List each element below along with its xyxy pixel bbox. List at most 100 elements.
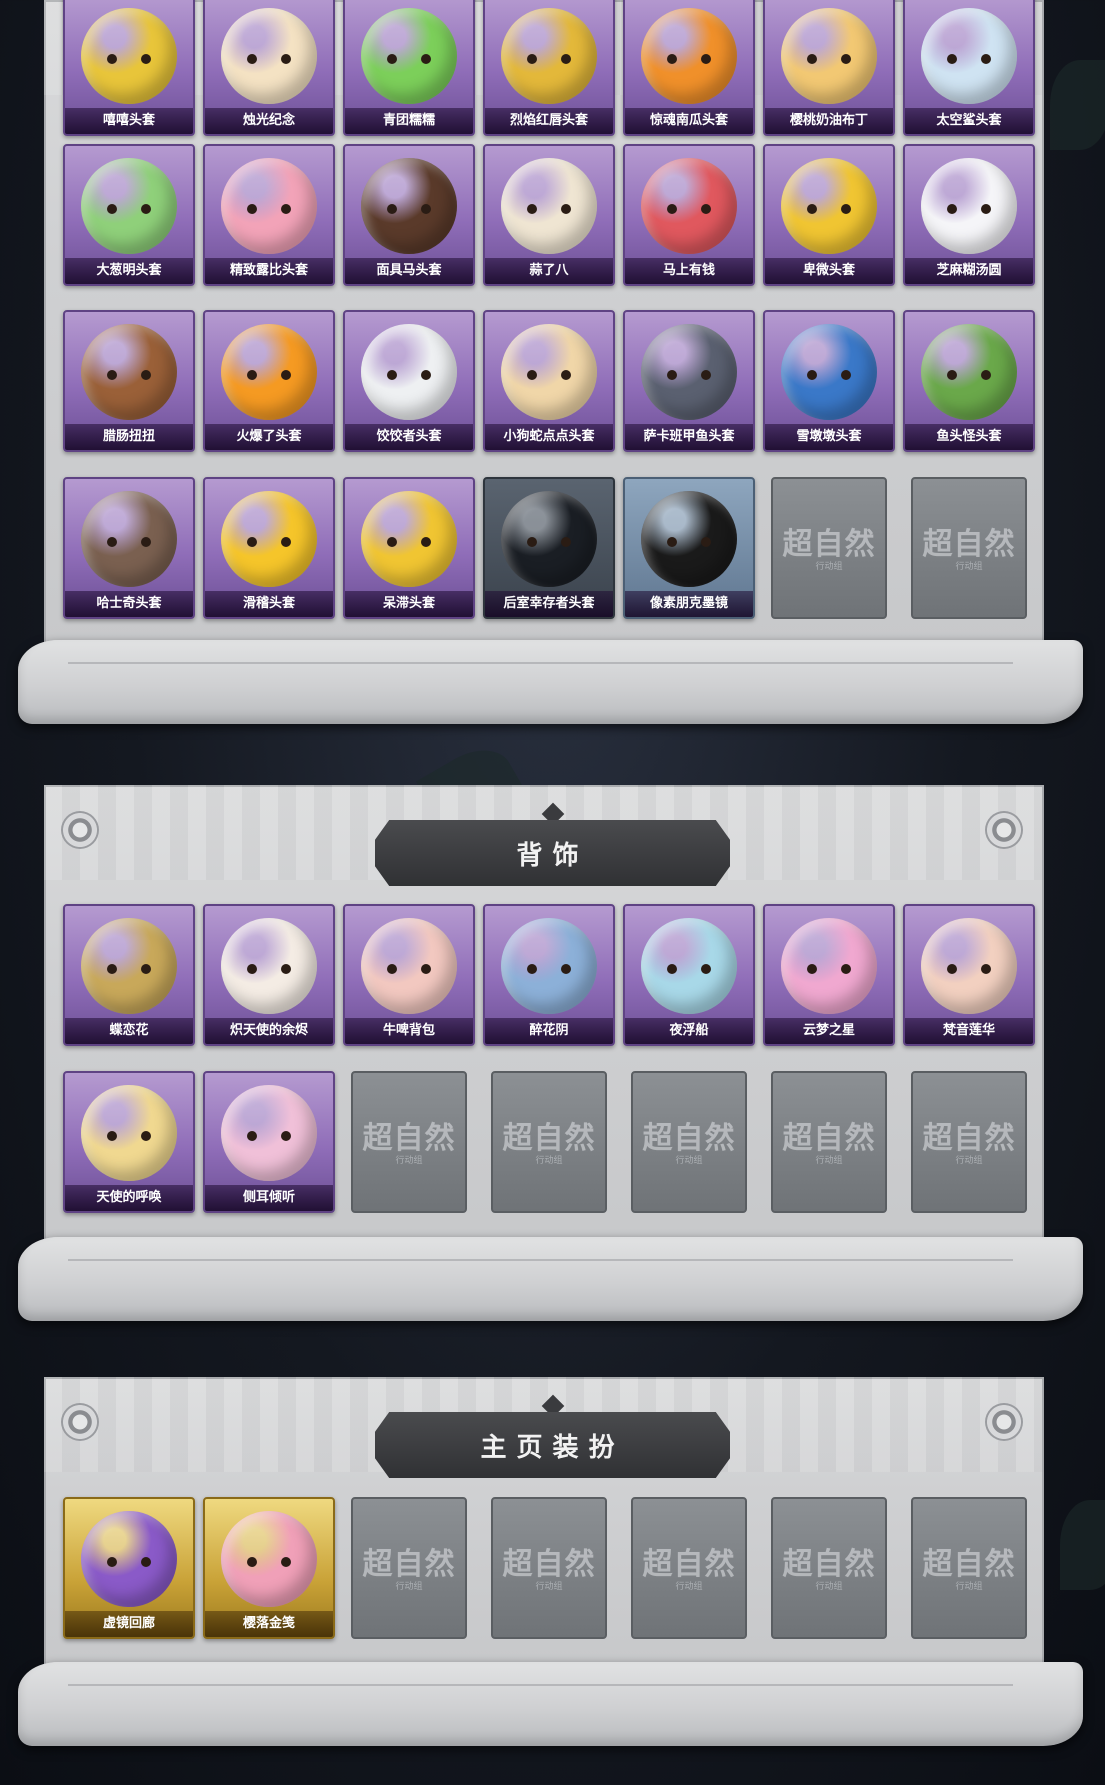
- item-card[interactable]: 樱落金笺: [203, 1497, 335, 1639]
- background-leaf: [1060, 1500, 1105, 1590]
- item-card[interactable]: 腊肠扭扭: [63, 310, 195, 452]
- item-card[interactable]: 烈焰红唇头套: [483, 0, 615, 136]
- item-art: [221, 1511, 317, 1607]
- item-label: 大葱明头套: [65, 258, 193, 284]
- item-card[interactable]: 像素朋克墨镜: [623, 477, 755, 619]
- section-title-banner: 主页装扮: [375, 1412, 730, 1478]
- locked-slot[interactable]: 超自然 行动组: [351, 1071, 467, 1213]
- item-face: [107, 1131, 151, 1141]
- item-label: 马上有钱: [625, 258, 753, 284]
- item-face: [527, 964, 571, 974]
- locked-slot[interactable]: 超自然 行动组: [911, 1071, 1027, 1213]
- item-art: [501, 158, 597, 254]
- item-card[interactable]: 青团糯糯: [343, 0, 475, 136]
- item-card[interactable]: 嘻嘻头套: [63, 0, 195, 136]
- medal-icon: [987, 1405, 1021, 1439]
- item-card[interactable]: 云梦之星: [763, 904, 895, 1046]
- item-face: [527, 204, 571, 214]
- item-card[interactable]: 太空鲨头套: [903, 0, 1035, 136]
- item-label: 滑稽头套: [205, 591, 333, 617]
- watermark-logo: 超自然: [362, 1547, 456, 1582]
- item-card[interactable]: 侧耳倾听: [203, 1071, 335, 1213]
- item-label: 烈焰红唇头套: [485, 108, 613, 134]
- item-card[interactable]: 樱桃奶油布丁: [763, 0, 895, 136]
- item-card[interactable]: 卑微头套: [763, 144, 895, 286]
- item-face: [807, 204, 851, 214]
- item-card[interactable]: 面具马头套: [343, 144, 475, 286]
- item-card[interactable]: 马上有钱: [623, 144, 755, 286]
- watermark-sub: 行动组: [395, 1156, 423, 1166]
- item-label: 芝麻糊汤圆: [905, 258, 1033, 284]
- item-card[interactable]: 小狗蛇点点头套: [483, 310, 615, 452]
- item-card[interactable]: 萨卡班甲鱼头套: [623, 310, 755, 452]
- item-face: [247, 1131, 291, 1141]
- watermark-sub: 行动组: [535, 1156, 563, 1166]
- item-card[interactable]: 烛光纪念: [203, 0, 335, 136]
- item-art: [501, 918, 597, 1014]
- watermark-logo: 超自然: [922, 527, 1016, 562]
- item-label: 后室幸存者头套: [485, 591, 613, 617]
- item-label: 炽天使的余烬: [205, 1018, 333, 1044]
- item-card[interactable]: 夜浮船: [623, 904, 755, 1046]
- item-card[interactable]: 醉花阴: [483, 904, 615, 1046]
- item-card[interactable]: 芝麻糊汤圆: [903, 144, 1035, 286]
- item-face: [667, 964, 711, 974]
- item-face: [107, 204, 151, 214]
- item-art: [81, 1511, 177, 1607]
- item-card[interactable]: 蒜了八: [483, 144, 615, 286]
- locked-slot[interactable]: 超自然 行动组: [491, 1497, 607, 1639]
- item-card[interactable]: 炽天使的余烬: [203, 904, 335, 1046]
- item-card[interactable]: 呆滞头套: [343, 477, 475, 619]
- item-label: 火爆了头套: [205, 424, 333, 450]
- homepage-decor-scroll-bottom: [18, 1662, 1083, 1746]
- locked-slot[interactable]: 超自然 行动组: [491, 1071, 607, 1213]
- item-art: [501, 491, 597, 587]
- item-face: [247, 370, 291, 380]
- item-card[interactable]: 精致露比头套: [203, 144, 335, 286]
- locked-slot[interactable]: 超自然 行动组: [771, 1497, 887, 1639]
- item-card[interactable]: 饺饺者头套: [343, 310, 475, 452]
- item-art: [501, 8, 597, 104]
- watermark-logo: 超自然: [502, 1121, 596, 1156]
- item-card[interactable]: 哈士奇头套: [63, 477, 195, 619]
- item-face: [947, 54, 991, 64]
- item-face: [947, 204, 991, 214]
- watermark-sub: 行动组: [535, 1582, 563, 1592]
- locked-slot[interactable]: 超自然 行动组: [771, 477, 887, 619]
- item-card[interactable]: 梵音莲华: [903, 904, 1035, 1046]
- item-card[interactable]: 雪墩墩头套: [763, 310, 895, 452]
- locked-slot[interactable]: 超自然 行动组: [911, 1497, 1027, 1639]
- locked-slot[interactable]: 超自然 行动组: [631, 1497, 747, 1639]
- item-face: [107, 1557, 151, 1567]
- watermark-logo: 超自然: [782, 527, 876, 562]
- item-card[interactable]: 牛啤背包: [343, 904, 475, 1046]
- item-art: [641, 491, 737, 587]
- item-card[interactable]: 天使的呼唤: [63, 1071, 195, 1213]
- item-face: [807, 964, 851, 974]
- locked-slot[interactable]: 超自然 行动组: [911, 477, 1027, 619]
- item-card[interactable]: 火爆了头套: [203, 310, 335, 452]
- item-label: 哈士奇头套: [65, 591, 193, 617]
- item-card[interactable]: 大葱明头套: [63, 144, 195, 286]
- item-art: [361, 918, 457, 1014]
- watermark-logo: 超自然: [642, 1547, 736, 1582]
- item-face: [387, 54, 431, 64]
- item-card[interactable]: 虚镜回廊: [63, 1497, 195, 1639]
- item-face: [247, 54, 291, 64]
- watermark-sub: 行动组: [675, 1156, 703, 1166]
- item-card[interactable]: 惊魂南瓜头套: [623, 0, 755, 136]
- item-art: [221, 491, 317, 587]
- locked-slot[interactable]: 超自然 行动组: [631, 1071, 747, 1213]
- locked-slot[interactable]: 超自然 行动组: [771, 1071, 887, 1213]
- item-card[interactable]: 鱼头怪头套: [903, 310, 1035, 452]
- item-card[interactable]: 蝶恋花: [63, 904, 195, 1046]
- locked-slot[interactable]: 超自然 行动组: [351, 1497, 467, 1639]
- item-face: [387, 370, 431, 380]
- item-art: [361, 8, 457, 104]
- item-art: [361, 491, 457, 587]
- item-card[interactable]: 滑稽头套: [203, 477, 335, 619]
- item-face: [247, 204, 291, 214]
- item-art: [781, 324, 877, 420]
- item-face: [667, 537, 711, 547]
- item-card[interactable]: 后室幸存者头套: [483, 477, 615, 619]
